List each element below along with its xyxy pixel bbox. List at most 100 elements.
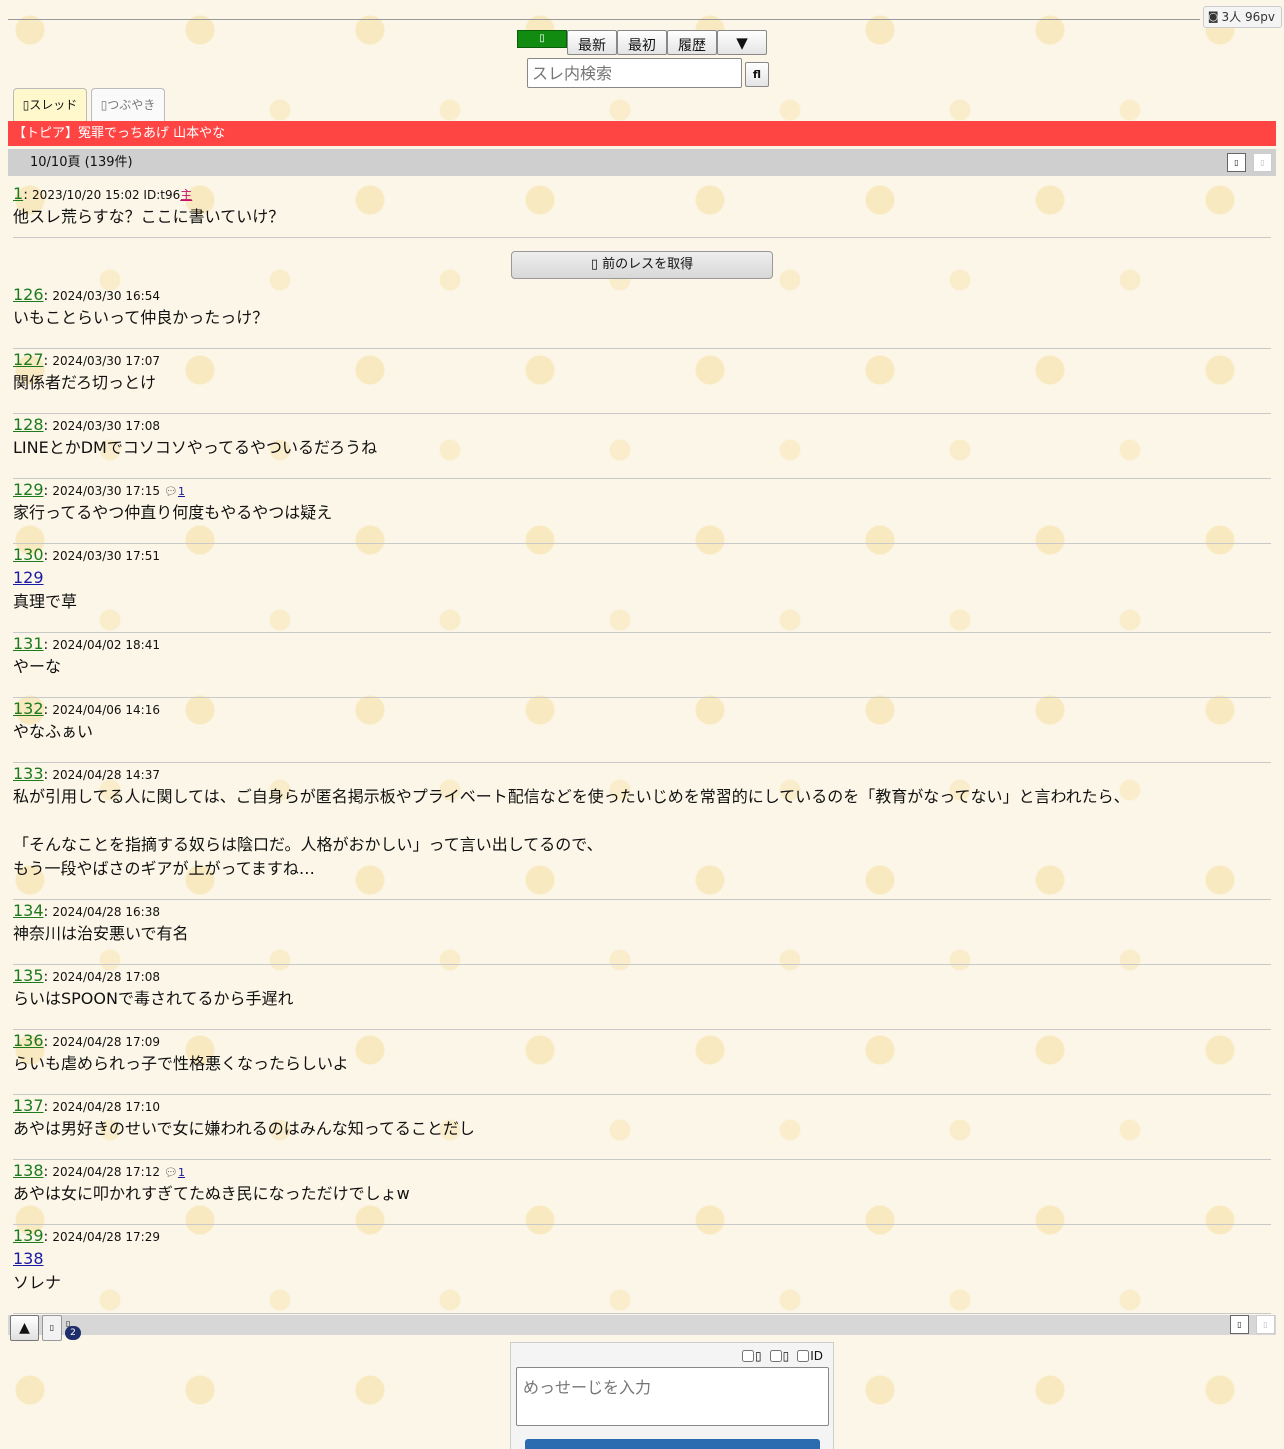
top-divider [8, 19, 1200, 20]
post-header: 1: 2023/10/20 15:02 ID:t96主 [13, 184, 193, 203]
post-number[interactable]: 1 [13, 184, 23, 203]
post-body: やなふぁい [13, 722, 94, 741]
post-139: 139: 2024/04/28 17:29 138 ソレナ [13, 1225, 1271, 1314]
reply-icon: 💬︎ [163, 485, 178, 498]
option-2-checkbox[interactable] [769, 1350, 782, 1362]
post-number[interactable]: 126 [13, 285, 44, 304]
post-date: 2024/03/30 17:15 [52, 484, 160, 498]
bottom-square-button[interactable]: ▯ [42, 1315, 62, 1341]
history-button[interactable]: 履歴 [667, 30, 717, 55]
post-body: 真理で草 [13, 592, 78, 611]
post-date: 2024/04/28 17:12 [52, 1165, 160, 1179]
post-number[interactable]: 131 [13, 634, 44, 653]
post-date: 2024/03/30 17:08 [52, 419, 160, 433]
post-body: 他スレ荒らすな？ここに書いていけ？ [13, 207, 285, 226]
tab-tweet-label: つぶやき [107, 98, 156, 112]
post-date: 2024/03/30 16:54 [52, 289, 160, 303]
page-prev-button[interactable]: ▯ [1227, 153, 1246, 172]
post-date: 2024/04/28 17:09 [52, 1035, 160, 1049]
tab-thread-label: スレッド [29, 98, 78, 112]
post-130: 130: 2024/03/30 17:51 129 真理で草 [13, 544, 1271, 633]
post-body: 神奈川は治安悪いで有名 [13, 924, 189, 943]
page-next-button[interactable]: ▯ [1253, 153, 1272, 172]
option-id[interactable]: ID [797, 1349, 823, 1363]
post-header: 139: 2024/04/28 17:29 [13, 1226, 160, 1245]
post-header: 138: 2024/04/28 17:12 💬︎1 [13, 1161, 185, 1180]
load-previous-button[interactable]: ▯ 前のレスを取得 [511, 251, 773, 279]
post-number[interactable]: 130 [13, 545, 44, 564]
post-number[interactable]: 127 [13, 350, 44, 369]
post-body: あやは女に叩かれすぎてたぬき民になっただけでしょw [13, 1184, 410, 1203]
post-date: 2024/04/28 17:29 [52, 1230, 160, 1244]
reply-anchor[interactable]: 129 [13, 566, 1271, 590]
post-132: 132: 2024/04/06 14:16 やなふぁい [13, 698, 1271, 763]
reply-count[interactable]: 1 [178, 485, 185, 498]
post-header: 128: 2024/03/30 17:08 [13, 415, 160, 434]
post-number[interactable]: 129 [13, 480, 44, 499]
green-nav-button[interactable]: ▯ [517, 30, 567, 48]
owner-badge[interactable]: 主 [180, 188, 192, 202]
post-number[interactable]: 134 [13, 901, 44, 920]
post-date: 2024/04/28 14:37 [52, 768, 160, 782]
option-id-checkbox[interactable] [797, 1350, 810, 1362]
option-2[interactable]: ▯ [769, 1349, 789, 1363]
post-header: 127: 2024/03/30 17:07 [13, 350, 160, 369]
post-number[interactable]: 133 [13, 764, 44, 783]
post-number[interactable]: 128 [13, 415, 44, 434]
search-button[interactable]: fl [745, 62, 769, 87]
bottom-bar [8, 1315, 1276, 1335]
menu-dropdown-button[interactable]: ▼ [717, 30, 767, 55]
post-header: 131: 2024/04/02 18:41 [13, 634, 160, 653]
scroll-top-button[interactable]: ▲ [10, 1315, 39, 1341]
post-header: 126: 2024/03/30 16:54 [13, 285, 160, 304]
reply-count[interactable]: 1 [178, 1166, 185, 1179]
post-body: いもことらいって仲良かったっけ？ [13, 308, 269, 327]
post-date: 2024/04/06 14:16 [52, 703, 160, 717]
post-137: 137: 2024/04/28 17:10 あやは男好きのせいで女に嫌われるのはみ… [13, 1095, 1271, 1160]
post-127: 127: 2024/03/30 17:07 関係者だろ切っとけ [13, 349, 1271, 414]
bottom-page-prev-button[interactable]: ▯ [1230, 1315, 1249, 1334]
post-131: 131: 2024/04/02 18:41 やーな [13, 633, 1271, 698]
post-header: 129: 2024/03/30 17:15 💬︎1 [13, 480, 185, 499]
post-133: 133: 2024/04/28 14:37 私が引用してる人に関しては、ご自身らが… [13, 763, 1271, 900]
submit-button[interactable] [525, 1439, 820, 1449]
post-options: ▯ ▯ ID [742, 1349, 823, 1363]
post-number[interactable]: 136 [13, 1031, 44, 1050]
viewer-icon: ◙ [1207, 10, 1219, 23]
post-date: 2023/10/20 15:02 ID:t96 [32, 188, 181, 202]
post-number[interactable]: 138 [13, 1161, 44, 1180]
first-button[interactable]: 最初 [617, 30, 667, 55]
post-135: 135: 2024/04/28 17:08 らいはSPOONで毒されてるから手遅れ [13, 965, 1271, 1030]
post-128: 128: 2024/03/30 17:08 LINEとかDMでコソコソやってるやつ… [13, 414, 1271, 479]
post-body: 私が引用してる人に関しては、ご自身らが匿名掲示板やプライベート配信などを使ったい… [13, 787, 1130, 878]
page-info: 10/10頁 (139件) [30, 155, 133, 170]
post-header: 137: 2024/04/28 17:10 [13, 1096, 160, 1115]
post-number[interactable]: 139 [13, 1226, 44, 1245]
post-138: 138: 2024/04/28 17:12 💬︎1 あやは女に叩かれすぎてたぬき民に… [13, 1160, 1271, 1225]
post-header: 135: 2024/04/28 17:08 [13, 966, 160, 985]
tab-tweet[interactable]: ▯つぶやき [91, 88, 165, 121]
thread-search-input[interactable] [527, 58, 742, 88]
post-number[interactable]: 137 [13, 1096, 44, 1115]
post-number[interactable]: 132 [13, 699, 44, 718]
notification-badge[interactable]: 2 [65, 1326, 81, 1340]
reply-icon: 💬︎ [163, 1166, 178, 1179]
post-body: 家行ってるやつ仲直り何度もやるやつは疑え [13, 503, 333, 522]
option-1-checkbox[interactable] [742, 1350, 754, 1362]
reply-anchor[interactable]: 138 [13, 1247, 1271, 1271]
post-body: 関係者だろ切っとけ [13, 373, 157, 392]
post-form: ▯ ▯ ID [510, 1342, 834, 1449]
post-134: 134: 2024/04/28 16:38 神奈川は治安悪いで有名 [13, 900, 1271, 965]
post-136: 136: 2024/04/28 17:09 らいも虐められっ子で性格悪くなったらし… [13, 1030, 1271, 1095]
post-number[interactable]: 135 [13, 966, 44, 985]
message-input[interactable] [516, 1367, 829, 1426]
latest-button[interactable]: 最新 [567, 30, 617, 55]
tab-thread[interactable]: ▯スレッド [13, 88, 87, 121]
post-body: LINEとかDMでコソコソやってるやついるだろうね [13, 438, 378, 457]
post-date: 2024/04/02 18:41 [52, 638, 160, 652]
post-header: 134: 2024/04/28 16:38 [13, 901, 160, 920]
thread-nav: ▯ 最新 最初 履歴 ▼ [517, 30, 767, 55]
post-126: 126: 2024/03/30 16:54 いもことらいって仲良かったっけ？ [13, 284, 1271, 349]
bottom-page-next-button[interactable]: ▯ [1256, 1315, 1275, 1334]
option-1[interactable]: ▯ [742, 1349, 762, 1363]
